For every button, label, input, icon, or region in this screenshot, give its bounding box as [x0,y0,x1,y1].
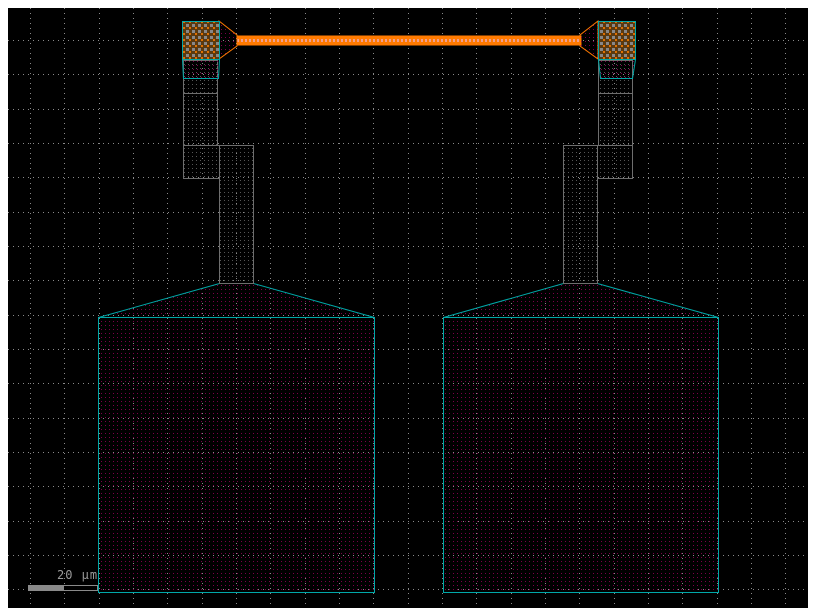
right-pad [443,283,719,593]
scale-bar-label: 20 µm [57,568,99,582]
scale-bar [28,585,98,591]
left-pad [98,283,375,593]
layout-canvas[interactable]: 20 µm [0,0,816,616]
right-grating-coupler [598,21,636,60]
layout-drawing[interactable] [0,0,816,616]
left-grating-coupler [182,21,220,60]
waveguide [236,35,582,46]
